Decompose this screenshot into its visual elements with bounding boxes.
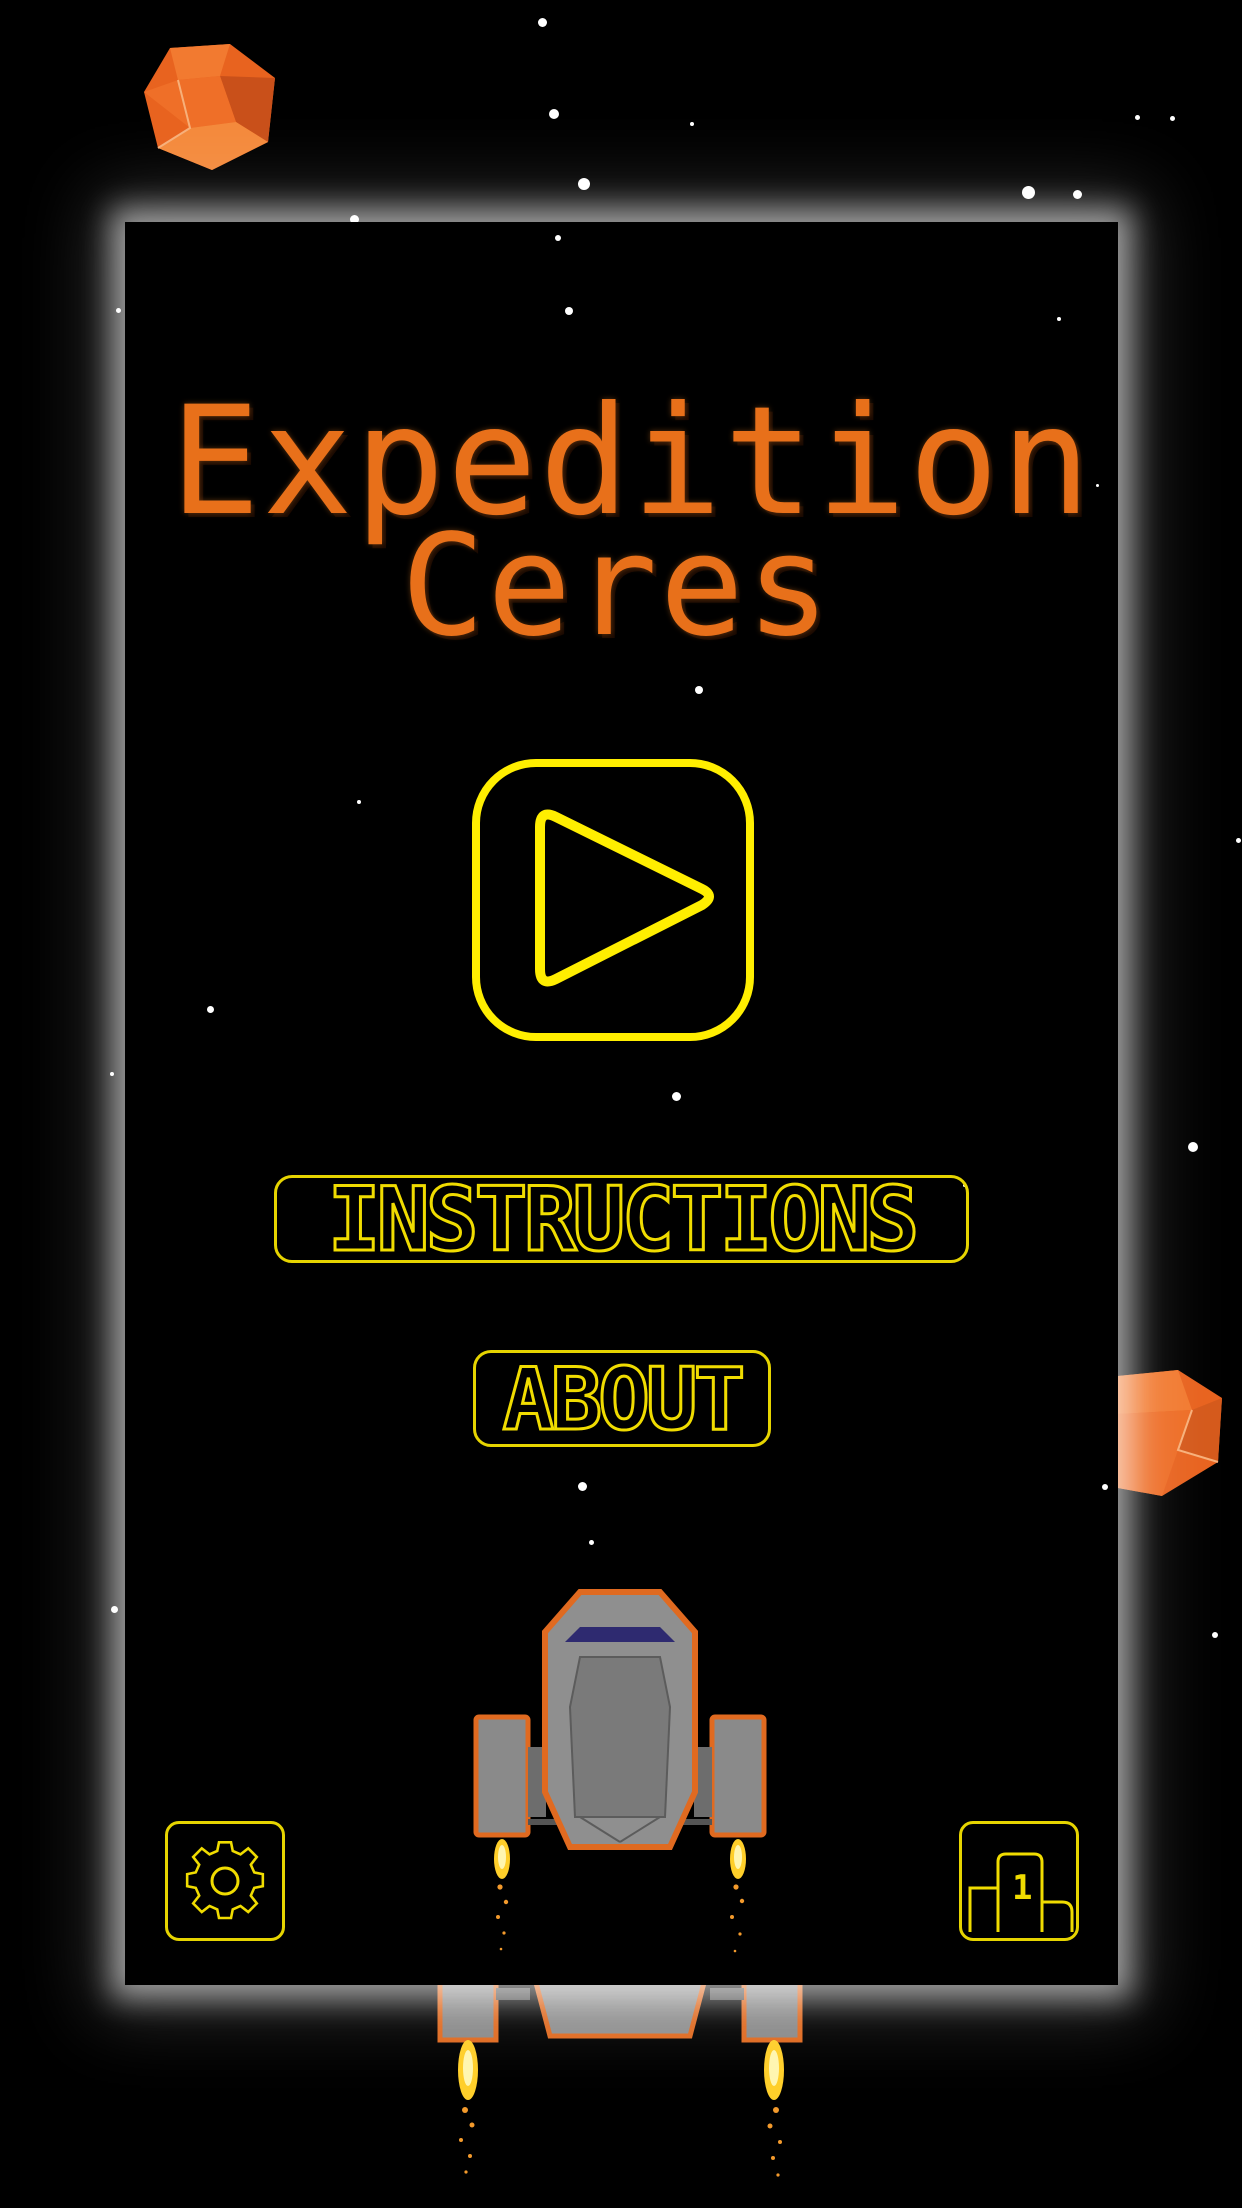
star	[672, 1092, 681, 1101]
star	[1102, 1484, 1108, 1490]
star	[565, 307, 573, 315]
gear-icon	[185, 1841, 265, 1920]
star	[555, 235, 561, 241]
star	[589, 1540, 594, 1545]
star	[578, 178, 590, 190]
leaderboard-rank: 1	[1012, 1868, 1033, 1908]
star	[207, 1006, 214, 1013]
asteroid-image	[144, 44, 275, 170]
asteroid-image	[1118, 1370, 1222, 1496]
settings-button[interactable]	[165, 1821, 285, 1941]
star	[1073, 190, 1082, 199]
star	[578, 1482, 587, 1491]
star	[690, 122, 694, 126]
star	[357, 800, 361, 804]
spaceship-image	[437, 1960, 803, 2177]
game-title-line2: Ceres	[400, 505, 833, 668]
star	[695, 686, 703, 694]
star	[110, 1072, 114, 1076]
star	[1135, 115, 1140, 120]
star	[1022, 186, 1035, 199]
star	[549, 109, 559, 119]
star	[1236, 838, 1241, 843]
star	[111, 1606, 118, 1613]
instructions-button[interactable]: INSTRUCTIONS	[274, 1174, 969, 1265]
star	[538, 18, 547, 27]
star	[1170, 116, 1175, 121]
star	[1188, 1142, 1198, 1152]
leaderboard-button[interactable]: 1	[959, 1821, 1079, 1941]
play-icon	[535, 809, 714, 987]
main-menu-panel: Expedition Ceres INSTRUCTIONS ABOUT 1	[125, 222, 1118, 1985]
star	[116, 308, 121, 313]
about-button[interactable]: ABOUT	[473, 1350, 771, 1449]
spaceship-image	[473, 1589, 767, 1953]
star	[1057, 317, 1061, 321]
star	[1212, 1632, 1218, 1638]
play-button[interactable]	[472, 759, 754, 1041]
